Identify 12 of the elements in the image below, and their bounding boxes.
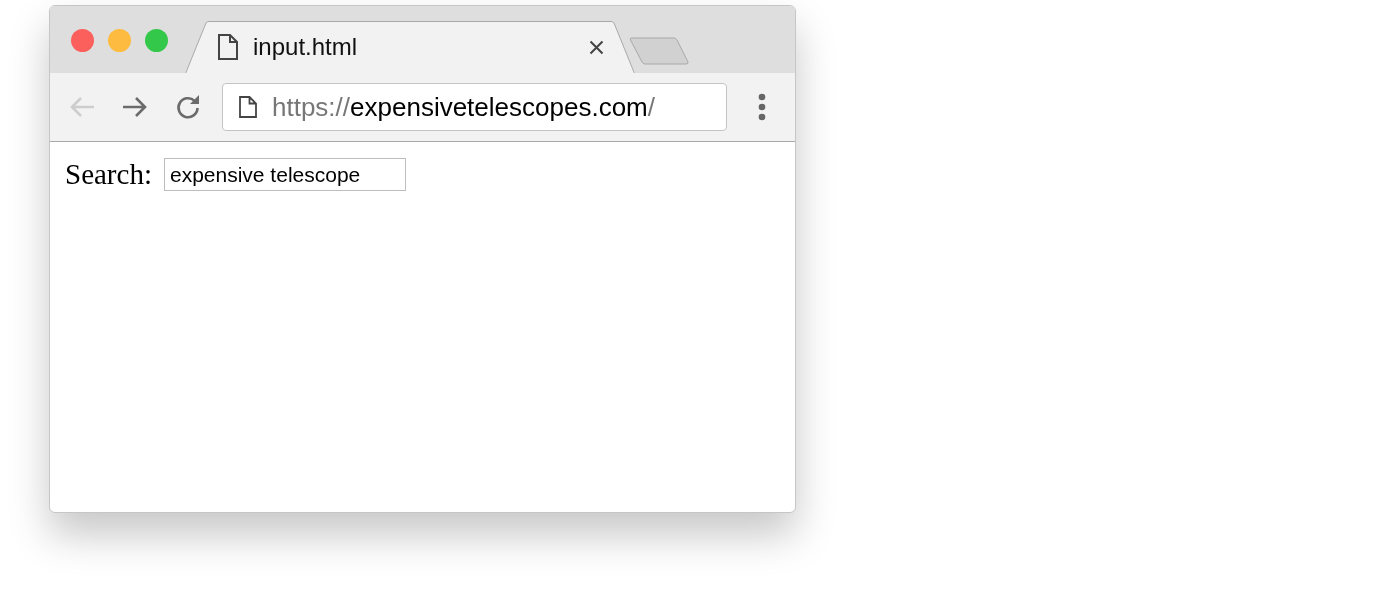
close-icon[interactable] [589, 39, 604, 55]
new-tab-button[interactable] [629, 37, 689, 65]
address-bar[interactable]: https://expensivetelescopes.com/ [222, 83, 727, 131]
minimize-window-button[interactable] [108, 29, 131, 52]
page-icon [218, 34, 238, 60]
browser-tab[interactable]: input.html [185, 21, 635, 73]
page-icon [239, 96, 257, 118]
close-window-button[interactable] [71, 29, 94, 52]
search-label: Search: [65, 160, 152, 189]
search-field[interactable]: expensive telescope [163, 158, 406, 191]
zoom-window-button[interactable] [145, 29, 168, 52]
vertical-dots-icon [758, 93, 766, 121]
